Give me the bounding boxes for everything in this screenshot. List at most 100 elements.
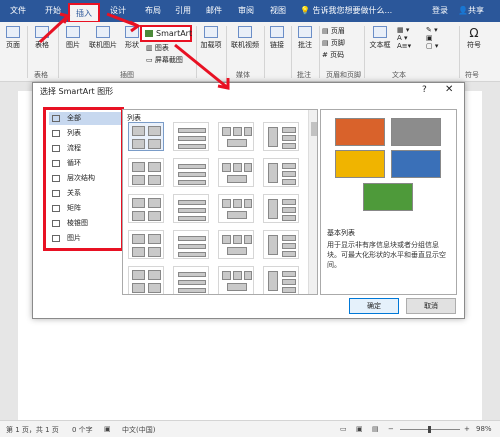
chart-button[interactable]: ▥ 图表 bbox=[146, 43, 169, 53]
text-box-button[interactable]: 文本框 bbox=[366, 26, 394, 50]
layout-thumbnail[interactable] bbox=[128, 194, 164, 223]
word-count[interactable]: 0 个字 bbox=[72, 425, 93, 435]
addins-icon bbox=[204, 26, 218, 38]
cancel-button[interactable]: 取消 bbox=[406, 298, 456, 314]
close-button[interactable]: ✕ bbox=[445, 84, 453, 95]
zoom-in-icon[interactable]: + bbox=[464, 425, 470, 433]
tab-view[interactable]: 视图 bbox=[270, 5, 286, 16]
thumbnail-shape bbox=[268, 199, 278, 219]
ok-button[interactable]: 确定 bbox=[349, 298, 399, 314]
gallery-scrollbar[interactable] bbox=[308, 110, 317, 294]
tab-file[interactable]: 文件 bbox=[10, 5, 26, 16]
share-button[interactable]: 👤共享 bbox=[458, 5, 484, 16]
layout-thumbnail[interactable] bbox=[173, 122, 209, 151]
tab-insert[interactable]: 插入 bbox=[68, 3, 100, 23]
layout-thumbnail[interactable] bbox=[173, 266, 209, 294]
separator bbox=[226, 26, 227, 78]
separator bbox=[196, 26, 197, 78]
thumbnail-shape bbox=[132, 270, 145, 280]
thumbnail-shape bbox=[132, 234, 145, 244]
category-process[interactable]: 流程 bbox=[49, 142, 121, 155]
table-button[interactable]: 表格 bbox=[30, 26, 54, 50]
layout-thumbnail[interactable] bbox=[263, 158, 299, 187]
layout-thumbnail[interactable] bbox=[218, 266, 254, 294]
read-mode-icon[interactable]: ▭ bbox=[340, 425, 347, 433]
category-picture[interactable]: 图片 bbox=[49, 232, 121, 245]
online-picture-icon bbox=[96, 26, 110, 38]
layout-thumbnail[interactable] bbox=[218, 158, 254, 187]
thumbnail-shape bbox=[148, 211, 161, 221]
tab-layout[interactable]: 布局 bbox=[145, 5, 161, 16]
layout-thumbnail[interactable] bbox=[173, 158, 209, 187]
scrollbar-thumb[interactable] bbox=[311, 122, 317, 136]
zoom-slider-thumb[interactable] bbox=[428, 426, 431, 433]
layout-thumbnail[interactable] bbox=[263, 194, 299, 223]
category-cycle[interactable]: 循环 bbox=[49, 157, 121, 170]
language[interactable]: 中文(中国) bbox=[122, 425, 155, 435]
addins-button[interactable]: 加载项 bbox=[199, 26, 223, 50]
pictures-button[interactable]: 图片 bbox=[62, 26, 84, 50]
layout-thumbnail[interactable] bbox=[128, 122, 164, 151]
proofing-icon[interactable]: ▣ bbox=[104, 425, 111, 433]
date-icon: ▣ bbox=[426, 34, 433, 42]
thumbnail-shape bbox=[178, 244, 206, 249]
tell-me-search[interactable]: 💡 告诉我您想要做什么... bbox=[300, 5, 392, 16]
dropcap-icon: A≡▾ bbox=[397, 42, 412, 50]
tab-review[interactable]: 审阅 bbox=[238, 5, 254, 16]
text-tools-2[interactable]: ✎ ▾ ▣ ▢ ▾ bbox=[426, 26, 456, 50]
online-pictures-button[interactable]: 联机图片 bbox=[86, 26, 120, 50]
page-number-button[interactable]: # 页码 bbox=[322, 50, 344, 60]
layout-thumbnail[interactable] bbox=[218, 230, 254, 259]
footer-button[interactable]: ▤ 页脚 bbox=[322, 38, 345, 48]
thumbnail-shape bbox=[244, 199, 252, 208]
online-video-button[interactable]: 联机视频 bbox=[229, 26, 261, 50]
tab-references[interactable]: 引用 bbox=[175, 5, 191, 16]
page-button[interactable]: 页面 bbox=[2, 26, 24, 50]
smartart-label: SmartArt bbox=[156, 29, 193, 38]
zoom-level[interactable]: 98% bbox=[476, 425, 492, 433]
thumbnail-shape bbox=[282, 287, 296, 293]
print-layout-icon[interactable]: ▣ bbox=[356, 425, 363, 433]
category-relationship[interactable]: 关系 bbox=[49, 187, 121, 200]
layout-thumbnail[interactable] bbox=[263, 122, 299, 151]
category-list-type[interactable]: 列表 bbox=[49, 127, 121, 140]
smartart-button[interactable]: SmartArt bbox=[140, 25, 192, 42]
login-link[interactable]: 登录 bbox=[432, 5, 448, 16]
tab-mailings[interactable]: 邮件 bbox=[206, 5, 222, 16]
screenshot-icon: ▭ bbox=[146, 56, 153, 64]
layout-thumbnail[interactable] bbox=[128, 158, 164, 187]
layout-thumbnail[interactable] bbox=[218, 194, 254, 223]
layout-thumbnail[interactable] bbox=[263, 266, 299, 294]
web-layout-icon[interactable]: ▤ bbox=[372, 425, 379, 433]
tab-design[interactable]: 设计 bbox=[110, 5, 126, 16]
symbol-button[interactable]: Ω 符号 bbox=[462, 26, 486, 50]
category-hierarchy[interactable]: 层次结构 bbox=[49, 172, 121, 185]
tab-home[interactable]: 开始 bbox=[45, 5, 61, 16]
comment-button[interactable]: 批注 bbox=[294, 26, 316, 50]
layout-thumbnail[interactable] bbox=[218, 122, 254, 151]
thumbnail-shape bbox=[282, 127, 296, 133]
links-button[interactable]: 链接 bbox=[266, 26, 288, 50]
screenshot-button[interactable]: ▭ 屏幕截图 bbox=[146, 55, 183, 65]
category-matrix[interactable]: 矩阵 bbox=[49, 202, 121, 215]
picture-icon bbox=[66, 26, 80, 38]
header-button[interactable]: ▤ 页眉 bbox=[322, 26, 345, 36]
layout-thumbnail[interactable] bbox=[128, 230, 164, 259]
layout-thumbnail[interactable] bbox=[173, 230, 209, 259]
thumbnail-shape bbox=[227, 247, 247, 255]
category-all[interactable]: 全部 bbox=[49, 112, 121, 125]
separator bbox=[27, 26, 28, 78]
layout-thumbnail[interactable] bbox=[173, 194, 209, 223]
thumbnail-shape bbox=[178, 144, 206, 149]
thumbnail-shape bbox=[244, 235, 252, 244]
page-count[interactable]: 第 1 页，共 1 页 bbox=[6, 425, 59, 435]
layout-thumbnail[interactable] bbox=[128, 266, 164, 294]
category-pyramid[interactable]: 棱锥图 bbox=[49, 217, 121, 230]
help-button[interactable]: ? bbox=[422, 85, 427, 95]
layout-thumbnail[interactable] bbox=[263, 230, 299, 259]
text-tools[interactable]: ▦ ▾ A ▾ A≡▾ bbox=[397, 26, 427, 50]
online-pictures-label: 联机图片 bbox=[89, 41, 117, 49]
zoom-out-icon[interactable]: − bbox=[388, 425, 394, 433]
preview-title: 基本列表 bbox=[327, 229, 355, 237]
thumbnail-shape bbox=[244, 163, 252, 172]
